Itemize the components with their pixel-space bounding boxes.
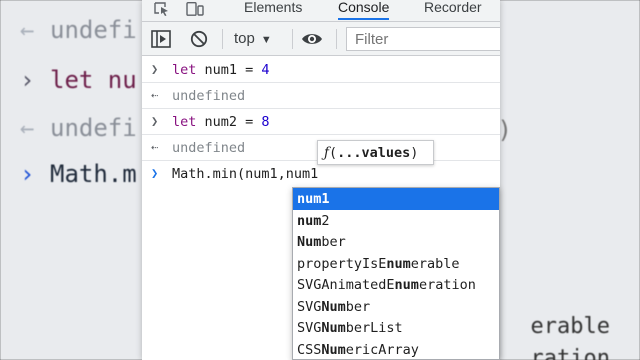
autocomplete-item[interactable]: num2 (293, 210, 499, 232)
autocomplete-item[interactable]: CSSNumericArray (293, 339, 499, 360)
live-expression-eye-icon[interactable] (301, 31, 323, 51)
autocomplete-dropdown: num1 num2 Number propertyIsEnumerable SV… (292, 187, 500, 360)
chevron-right-icon: ❯ (151, 114, 159, 128)
bg-line: › Math.m (20, 160, 137, 188)
bg-line: › let nu (20, 66, 137, 94)
context-selector[interactable]: top ▼ (234, 30, 272, 47)
autocomplete-item[interactable]: num1 (293, 188, 499, 210)
caret-down-icon: ▼ (260, 34, 272, 46)
return-arrow-icon: ⇠ (151, 88, 159, 102)
devtools-tab-bar: Elements Console Recorder (142, 0, 500, 22)
sidebar-toggle-icon[interactable] (151, 30, 171, 52)
chevron-right-icon: ❯ (151, 62, 159, 76)
console-input-line: ❯ let num2 = 8 (142, 109, 500, 135)
console-input-line: ❯ let num1 = 4 (142, 57, 500, 83)
bg-hint-text: erable (530, 314, 610, 339)
bg-hint-text: ration (530, 346, 610, 360)
function-signature-hint: ƒ(...values) (317, 140, 434, 165)
filter-input[interactable] (346, 27, 500, 51)
tab-recorder[interactable]: Recorder (424, 0, 482, 20)
toolbar-separator (222, 29, 223, 49)
autocomplete-item[interactable]: SVGNumber (293, 296, 499, 318)
autocomplete-item[interactable]: propertyIsEnumerable (293, 253, 499, 275)
prompt-input-text[interactable]: Math.min(num1,num1 (172, 166, 318, 182)
device-toolbar-icon[interactable] (186, 1, 204, 16)
autocomplete-item[interactable]: Number (293, 231, 499, 253)
autocomplete-item[interactable]: SVGNumberList (293, 317, 499, 339)
return-arrow-icon: ⇠ (151, 140, 159, 154)
console-toolbar: top ▼ (142, 22, 500, 56)
console-output-line: ⇠ undefined (142, 83, 500, 109)
autocomplete-item[interactable]: SVGAnimatedEnumeration (293, 274, 499, 296)
toolbar-separator (292, 29, 293, 49)
toolbar-separator (336, 29, 337, 49)
tab-elements[interactable]: Elements (244, 0, 302, 20)
bg-line: ← undefi (20, 114, 137, 142)
clear-console-icon[interactable] (190, 30, 208, 52)
tab-console[interactable]: Console (338, 0, 390, 20)
bg-line: ← undefi (20, 16, 137, 44)
inspect-element-icon[interactable] (154, 2, 170, 16)
prompt-chevron-icon: ❯ (151, 166, 159, 180)
